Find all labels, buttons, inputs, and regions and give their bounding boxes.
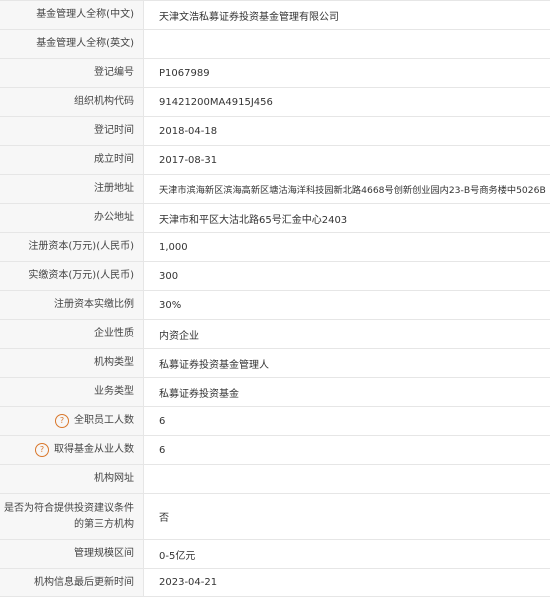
value-name-cn: 天津文浩私募证券投资基金管理有限公司	[159, 11, 339, 23]
value-name-en	[144, 30, 550, 58]
row-registered-address: 注册地址 天津市滨海新区滨海高新区塘沽海洋科技园新北路4668号创新创业园内23…	[0, 175, 550, 204]
value-last-updated: 2023-04-21	[159, 577, 218, 588]
value-office-address: 天津市和平区大沽北路65号汇金中心2403	[159, 214, 348, 226]
row-management-scale: 管理规模区间 0-5亿元	[0, 540, 550, 569]
row-business-type: 业务类型 私募证券投资基金	[0, 378, 550, 407]
row-enterprise-nature: 企业性质 内资企业	[0, 320, 550, 349]
row-org-code: 组织机构代码 91421200MA4915J456	[0, 88, 550, 117]
label-paid-in-capital: 实缴资本(万元)(人民币)	[0, 262, 144, 290]
label-establishment-date: 成立时间	[0, 146, 144, 174]
label-registration-date: 登记时间	[0, 117, 144, 145]
label-name-cn: 基金管理人全称(中文)	[0, 1, 144, 29]
label-full-time-employees-text: 全职员工人数	[74, 415, 134, 426]
row-name-en: 基金管理人全称(英文)	[0, 30, 550, 59]
label-registration-number: 登记编号	[0, 59, 144, 87]
value-paid-in-ratio: 30%	[159, 299, 182, 311]
label-org-code: 组织机构代码	[0, 88, 144, 116]
label-third-party-advisor-line2: 的第三方机构	[74, 518, 134, 530]
row-paid-in-capital: 实缴资本(万元)(人民币) 300	[0, 262, 550, 291]
label-last-updated: 机构信息最后更新时间	[0, 569, 144, 596]
label-registered-address: 注册地址	[0, 175, 144, 203]
row-registration-date: 登记时间 2018-04-18	[0, 117, 550, 146]
label-full-time-employees: ? 全职员工人数	[0, 407, 144, 435]
label-qualified-staff-text: 取得基金从业人数	[54, 444, 134, 455]
row-paid-in-ratio: 注册资本实缴比例 30%	[0, 291, 550, 320]
value-website	[144, 465, 550, 493]
label-management-scale: 管理规模区间	[0, 540, 144, 568]
label-registered-capital: 注册资本(万元)(人民币)	[0, 233, 144, 261]
row-qualified-staff: ? 取得基金从业人数 6	[0, 436, 550, 465]
label-institution-type: 机构类型	[0, 349, 144, 377]
label-qualified-staff: ? 取得基金从业人数	[0, 436, 144, 464]
value-qualified-staff: 6	[159, 444, 166, 456]
fund-manager-info-table: 基金管理人全称(中文) 天津文浩私募证券投资基金管理有限公司 基金管理人全称(英…	[0, 0, 550, 597]
row-registration-number: 登记编号 P1067989	[0, 59, 550, 88]
value-management-scale: 0-5亿元	[159, 550, 196, 562]
label-paid-in-ratio: 注册资本实缴比例	[0, 291, 144, 319]
row-establishment-date: 成立时间 2017-08-31	[0, 146, 550, 175]
value-establishment-date: 2017-08-31	[159, 154, 218, 166]
label-name-en: 基金管理人全称(英文)	[0, 30, 144, 58]
value-registered-address: 天津市滨海新区滨海高新区塘沽海洋科技园新北路4668号创新创业园内23-B号商务…	[159, 185, 546, 196]
question-circle-icon[interactable]: ?	[35, 443, 49, 457]
value-registered-capital: 1,000	[159, 241, 188, 253]
question-circle-icon[interactable]: ?	[55, 414, 69, 428]
value-paid-in-capital: 300	[159, 270, 179, 282]
label-third-party-advisor-wrap: 是否为符合提供投资建议条件 的第三方机构	[4, 501, 134, 533]
row-registered-capital: 注册资本(万元)(人民币) 1,000	[0, 233, 550, 262]
label-enterprise-nature: 企业性质	[0, 320, 144, 348]
row-full-time-employees: ? 全职员工人数 6	[0, 407, 550, 436]
row-name-cn: 基金管理人全称(中文) 天津文浩私募证券投资基金管理有限公司	[0, 1, 550, 30]
row-website: 机构网址	[0, 465, 550, 494]
label-website: 机构网址	[0, 465, 144, 493]
row-third-party-advisor: 是否为符合提供投资建议条件 的第三方机构 否	[0, 494, 550, 540]
value-registration-number: P1067989	[159, 67, 210, 79]
row-office-address: 办公地址 天津市和平区大沽北路65号汇金中心2403	[0, 204, 550, 233]
value-institution-type: 私募证券投资基金管理人	[159, 359, 269, 371]
label-office-address: 办公地址	[0, 204, 144, 232]
value-full-time-employees: 6	[159, 415, 166, 427]
value-business-type: 私募证券投资基金	[159, 388, 239, 400]
row-last-updated: 机构信息最后更新时间 2023-04-21	[0, 569, 550, 597]
value-third-party-advisor: 否	[159, 513, 169, 524]
value-registration-date: 2018-04-18	[159, 125, 218, 137]
label-third-party-advisor: 是否为符合提供投资建议条件 的第三方机构	[0, 494, 144, 539]
row-institution-type: 机构类型 私募证券投资基金管理人	[0, 349, 550, 378]
label-business-type: 业务类型	[0, 378, 144, 406]
value-enterprise-nature: 内资企业	[159, 330, 199, 342]
label-third-party-advisor-line1: 是否为符合提供投资建议条件	[4, 502, 134, 514]
value-org-code: 91421200MA4915J456	[159, 96, 273, 108]
